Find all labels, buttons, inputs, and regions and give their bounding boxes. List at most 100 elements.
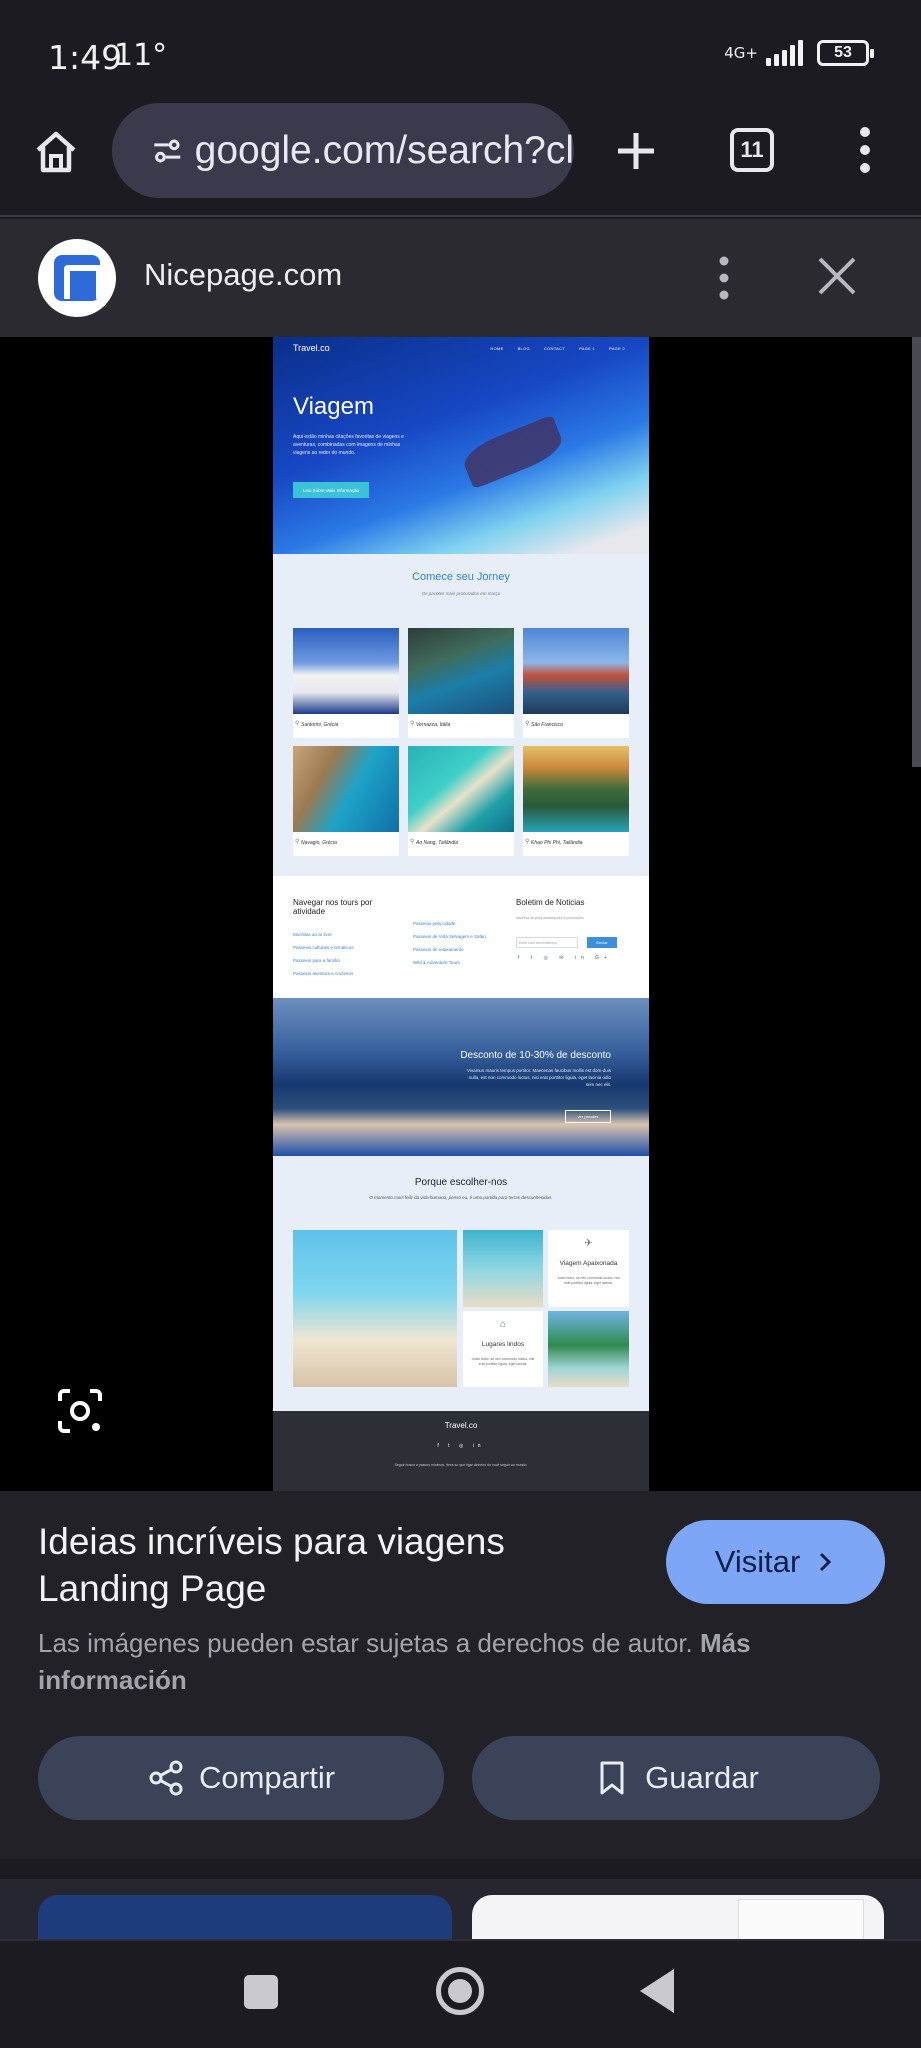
tab-count: 11 xyxy=(740,137,764,162)
destinations-section: Comece seu Jorney Os pacotes mais procur… xyxy=(273,554,649,876)
preview-nav-item: CONTACT xyxy=(543,346,566,351)
preview-nav-item: HOME xyxy=(490,346,504,351)
tabs-button[interactable]: 11 xyxy=(730,128,774,172)
lens-icon[interactable] xyxy=(56,1387,104,1435)
destination-caption: Navagio, Grécia xyxy=(301,840,337,846)
close-icon[interactable] xyxy=(814,253,860,299)
newsletter-heading: Boletim de Noticias xyxy=(516,898,585,907)
location-pin-icon: ⚲ xyxy=(525,839,530,845)
destination-caption: Ao Nang, Tailândia xyxy=(416,840,459,846)
tour-link: Passeios aventura e cruzeiros xyxy=(293,971,354,976)
destination-photo xyxy=(293,628,399,714)
browser-toolbar: google.com/search?cl 11 xyxy=(0,103,921,217)
beach-photo xyxy=(463,1230,543,1307)
tours-heading: Navegar nos tours por atividade xyxy=(293,898,373,916)
why-us-subtitle: O momento mais feliz da vida humana, pen… xyxy=(369,1195,553,1200)
system-navigation-bar xyxy=(0,1939,921,2048)
preview-nav: HOME BLOG CONTACT PAGE 1 PAGE 2 xyxy=(490,346,625,351)
copyright-notice: Las imágenes pueden estar sujetas a dere… xyxy=(38,1625,858,1699)
kebab-menu-icon[interactable] xyxy=(850,125,880,175)
destination-photo xyxy=(523,746,629,832)
destination-card: ⚲ Khao Phi Phi, Tailândia xyxy=(523,746,629,856)
home-circle-icon[interactable] xyxy=(436,1967,484,2015)
status-temperature: 11° xyxy=(114,38,168,73)
destination-photo xyxy=(408,628,514,714)
destination-photo xyxy=(523,628,629,714)
share-button[interactable]: Compartir xyxy=(38,1736,444,1820)
home-icon[interactable] xyxy=(32,128,80,176)
why-us-title: Porque escolher-nos xyxy=(414,1177,508,1188)
feature-box: ✈ Viagem Apaixonada Justo dolor, sit nec… xyxy=(548,1230,629,1307)
location-pin-icon: ⚲ xyxy=(295,839,300,845)
hero-description: Aqui estão minhas citações favoritas de … xyxy=(293,434,404,456)
swing-photo xyxy=(293,1230,457,1387)
site-logo[interactable] xyxy=(38,239,116,317)
share-label: Compartir xyxy=(198,1760,336,1795)
landing-page-preview: Travel.co HOME BLOG CONTACT PAGE 1 PAGE … xyxy=(273,337,649,1491)
tune-icon[interactable] xyxy=(152,131,183,171)
building-icon: ⌂ xyxy=(499,1319,507,1330)
more-options-icon[interactable] xyxy=(712,255,736,301)
preview-nav-item: PAGE 2 xyxy=(609,346,625,351)
back-triangle-icon[interactable] xyxy=(640,1969,674,2013)
destinations-title: Comece seu Jorney xyxy=(412,571,510,583)
tour-link: Passeios para a família xyxy=(293,958,340,963)
nicepage-logo-icon xyxy=(54,255,102,301)
image-viewer-header: Nicepage.com xyxy=(0,219,921,337)
newsletter-social-icons: f t ◎ ✉ in G+ xyxy=(518,955,612,961)
copyright-text: Las imágenes pueden estar sujetas a dere… xyxy=(38,1628,693,1658)
destination-photo xyxy=(408,746,514,832)
destination-caption: Khao Phi Phi, Tailândia xyxy=(531,840,583,846)
destination-card: ⚲ Ao Nang, Tailândia xyxy=(408,746,514,856)
image-preview[interactable]: Travel.co HOME BLOG CONTACT PAGE 1 PAGE … xyxy=(0,337,921,1491)
tour-link: Mochilas ao ar livre xyxy=(293,932,332,937)
destination-photo xyxy=(293,746,399,832)
save-button[interactable]: Guardar xyxy=(472,1736,880,1820)
destination-card: ⚲ Vernazza, Itália xyxy=(408,628,514,738)
site-name[interactable]: Nicepage.com xyxy=(144,257,342,293)
status-indicators: 4G+ 53 xyxy=(724,40,874,66)
image-title: Ideias incríveis para viagens Landing Pa… xyxy=(38,1521,505,1609)
tour-link: Passeios culturais e temáticos xyxy=(293,945,354,950)
discount-title: Desconto de 10-30% de desconto xyxy=(460,1050,611,1061)
recents-icon[interactable] xyxy=(244,1975,278,2009)
destination-card: ⚲ São Francisco xyxy=(523,628,629,738)
footer-social-icons: f t ◎ in xyxy=(437,1443,485,1449)
image-info-panel: Ideias incríveis para viagens Landing Pa… xyxy=(0,1491,921,1859)
related-result-thumbnail[interactable] xyxy=(38,1895,452,1939)
discount-button: ver pacotes xyxy=(565,1110,611,1123)
share-icon xyxy=(149,1760,183,1796)
preview-nav-item: PAGE 1 xyxy=(579,346,596,351)
visit-button[interactable]: Visitar xyxy=(666,1520,885,1604)
footer-brand: Travel.co xyxy=(444,1421,478,1430)
newsletter-email-field: Entre com seu endereço xyxy=(516,937,578,948)
destination-caption: Vernazza, Itália xyxy=(416,722,451,728)
destination-card: ⚲ Santorini, Grécia xyxy=(293,628,399,738)
url-text: google.com/search?cl xyxy=(194,128,574,172)
save-label: Guardar xyxy=(645,1760,759,1795)
hero-section: Travel.co HOME BLOG CONTACT PAGE 1 PAGE … xyxy=(273,337,649,554)
newsletter-subtitle: Inscreva-se para atualizações e promoçõe… xyxy=(516,916,584,920)
discount-section: Desconto de 10-30% de desconto Vivamus m… xyxy=(273,998,649,1156)
feature-title: Viagem Apaixonada xyxy=(559,1260,618,1267)
related-result-thumbnail[interactable] xyxy=(472,1895,884,1941)
discount-text: Vivamus mauris tempus portitor. Maecenas… xyxy=(467,1068,611,1088)
feature-title: Lugares lindos xyxy=(481,1341,525,1348)
preview-nav-item: BLOG xyxy=(517,346,530,351)
chevron-right-icon xyxy=(820,1552,832,1572)
scrollbar[interactable] xyxy=(912,337,921,767)
new-tab-plus-icon[interactable] xyxy=(612,127,660,175)
tours-newsletter-section: Navegar nos tours por atividade Mochilas… xyxy=(273,876,649,998)
signal-icon xyxy=(766,40,803,66)
battery-level: 53 xyxy=(834,44,852,61)
location-pin-icon: ⚲ xyxy=(525,721,530,727)
tour-link: Passeios pela cidade xyxy=(413,921,456,926)
address-bar[interactable]: google.com/search?cl xyxy=(112,103,574,198)
newsletter-send-button: Enviar xyxy=(587,937,617,948)
visit-label: Visitar xyxy=(714,1544,801,1579)
globe-icon: ✈ xyxy=(584,1238,593,1249)
palm-photo xyxy=(548,1311,629,1387)
preview-footer: Travel.co f t ◎ in Seguir busca a passos… xyxy=(273,1411,649,1491)
network-type: 4G+ xyxy=(724,43,758,62)
status-time: 1:49 xyxy=(48,38,123,77)
